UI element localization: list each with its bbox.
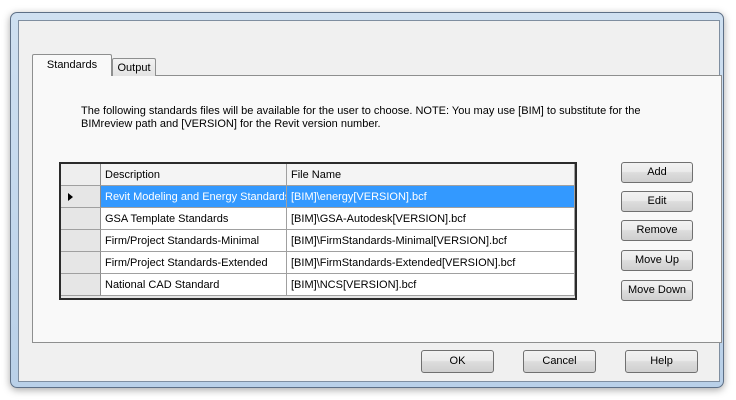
column-header-description[interactable]: Description [101,164,287,186]
current-row-arrow-icon [68,193,73,201]
description-cell[interactable]: Revit Modeling and Energy Standards [101,186,287,208]
ok-button[interactable]: OK [421,350,494,373]
table-row[interactable]: Firm/Project Standards-Extended [BIM]\Fi… [61,252,575,274]
row-selector[interactable] [61,208,101,230]
row-header-corner [61,164,101,186]
cancel-button[interactable]: Cancel [523,350,596,373]
file-name-cell[interactable]: [BIM]\NCS[VERSION].bcf [287,274,575,296]
table-row[interactable]: National CAD Standard [BIM]\NCS[VERSION]… [61,274,575,296]
standards-grid[interactable]: Description File Name Revit Modeling and… [59,162,577,300]
move-down-button[interactable]: Move Down [621,280,693,301]
standards-note-text: The following standards files will be av… [81,105,641,130]
description-cell[interactable]: GSA Template Standards [101,208,287,230]
remove-button[interactable]: Remove [621,220,693,241]
table-row[interactable]: GSA Template Standards [BIM]\GSA-Autodes… [61,208,575,230]
tab-output[interactable]: Output [112,58,156,76]
move-up-button[interactable]: Move Up [621,250,693,271]
file-name-cell[interactable]: [BIM]\FirmStandards-Extended[VERSION].bc… [287,252,575,274]
column-header-file-name[interactable]: File Name [287,164,575,186]
help-button[interactable]: Help [625,350,698,373]
description-cell[interactable]: National CAD Standard [101,274,287,296]
description-cell[interactable]: Firm/Project Standards-Minimal [101,230,287,252]
row-selector[interactable] [61,252,101,274]
tab-standards[interactable]: Standards [32,54,112,76]
add-button[interactable]: Add [621,162,693,183]
table-row[interactable]: Firm/Project Standards-Minimal [BIM]\Fir… [61,230,575,252]
row-selector[interactable] [61,274,101,296]
standards-tab-panel: The following standards files will be av… [32,75,722,343]
dialog-client-area: Standards Output The following standards… [18,20,722,382]
file-name-cell[interactable]: [BIM]\energy[VERSION].bcf [287,186,575,208]
grid-header-row: Description File Name [61,164,575,186]
description-cell[interactable]: Firm/Project Standards-Extended [101,252,287,274]
file-name-cell[interactable]: [BIM]\GSA-Autodesk[VERSION].bcf [287,208,575,230]
file-name-cell[interactable]: [BIM]\FirmStandards-Minimal[VERSION].bcf [287,230,575,252]
row-selector[interactable] [61,186,101,208]
row-selector[interactable] [61,230,101,252]
table-row[interactable]: Revit Modeling and Energy Standards [BIM… [61,186,575,208]
edit-button[interactable]: Edit [621,191,693,212]
